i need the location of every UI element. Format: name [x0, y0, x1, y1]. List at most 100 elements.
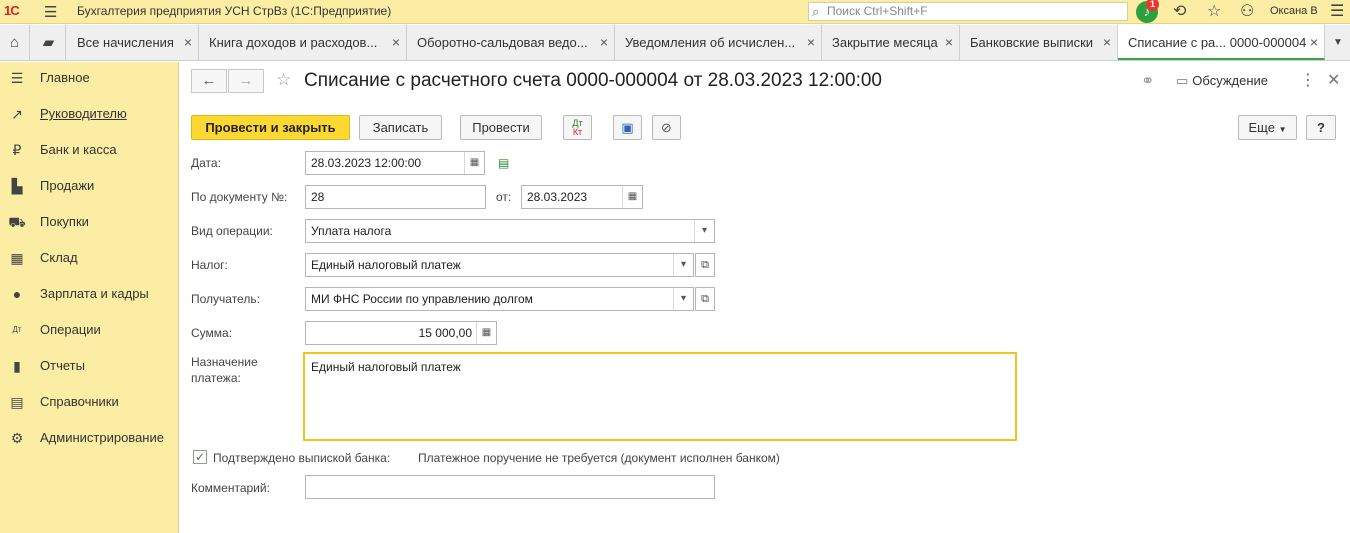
tab-tax-notices[interactable]: Уведомления об исчислен... × — [615, 25, 822, 60]
close-icon[interactable]: × — [945, 25, 953, 60]
sidebar-item-main[interactable]: ☰ Главное — [0, 63, 179, 93]
open-icon[interactable]: ⧉ — [695, 253, 715, 277]
kebab-menu-icon[interactable]: ⋮ — [1300, 70, 1316, 90]
user-icon[interactable]: ⚇ — [1240, 1, 1254, 21]
doc-number-label: По документу №: — [191, 190, 288, 204]
main-menu-icon[interactable]: ☰ — [44, 3, 57, 21]
app-title: Бухгалтерия предприятия УСН СтрВз (1С:Пр… — [77, 4, 392, 18]
tab-write-off[interactable]: Списание с ра... 0000-000004 × — [1118, 25, 1325, 60]
date-field[interactable]: 28.03.2023 12:00:00 ▦ — [305, 151, 485, 175]
tax-select[interactable]: Единый налоговый платеж ▾ — [305, 253, 694, 277]
link-icon[interactable]: ⚭ — [1141, 71, 1154, 91]
sidebar-item-label: Продажи — [40, 178, 95, 193]
more-button[interactable]: Еще ▼ — [1238, 115, 1297, 140]
chevron-down-icon[interactable]: ▾ — [694, 220, 714, 242]
tab-bar: ⌂ ▰ Все начисления × Книга доходов и расх… — [0, 25, 1350, 61]
amount-label: Сумма: — [191, 326, 233, 340]
sidebar-item-purchases[interactable]: ⛟ Покупки — [0, 207, 179, 237]
chat-icon: ▭ — [1176, 73, 1189, 88]
save-button[interactable]: Записать — [359, 115, 442, 140]
structure-icon[interactable]: ▣ — [613, 115, 642, 140]
document-status-icon[interactable]: ▤ — [498, 156, 509, 170]
calculator-icon[interactable]: ▦ — [476, 322, 496, 344]
menu-icon: ☰ — [10, 70, 24, 86]
amount-field[interactable]: 15 000,00 ▦ — [305, 321, 497, 345]
tab-month-close[interactable]: Закрытие месяца × — [822, 25, 960, 60]
help-button[interactable]: ? — [1306, 115, 1336, 140]
tab-all-accruals[interactable]: Все начисления × — [67, 25, 199, 60]
operation-value: Уплата налога — [311, 224, 392, 238]
operation-select[interactable]: Уплата налога ▾ — [305, 219, 715, 243]
close-icon[interactable]: ✕ — [1327, 70, 1340, 90]
gear-icon: ⚙ — [10, 430, 24, 446]
sidebar-item-operations[interactable]: Дт Операции — [0, 315, 179, 345]
sidebar-item-manager[interactable]: ↗ Руководителю — [0, 99, 179, 129]
user-name[interactable]: Оксана В — [1270, 5, 1318, 17]
sidebar-item-label: Склад — [40, 250, 78, 265]
calendar-icon[interactable]: ▦ — [464, 152, 484, 174]
tab-income-book[interactable]: Книга доходов и расходов... × — [199, 25, 407, 60]
sidebar-item-bank[interactable]: ₽ Банк и касса — [0, 135, 179, 165]
close-icon[interactable]: × — [392, 25, 400, 60]
close-icon[interactable]: × — [807, 25, 815, 60]
dt-kt-button[interactable]: Дт Кт — [563, 115, 592, 140]
dt-kt-icon: Дт Кт — [572, 116, 582, 137]
doc-number-field[interactable]: 28 — [305, 185, 486, 209]
tab-label: Книга доходов и расходов... — [209, 35, 378, 50]
attachment-icon[interactable]: ⊘ — [652, 115, 681, 140]
page-title: Списание с расчетного счета 0000-000004 … — [304, 70, 882, 91]
chevron-down-icon[interactable]: ▾ — [673, 288, 693, 310]
post-button[interactable]: Провести — [460, 115, 542, 140]
discussion-button[interactable]: ▭ Обсуждение — [1176, 73, 1268, 89]
sidebar-item-warehouse[interactable]: ▦ Склад — [0, 243, 179, 273]
confirmed-label: Подтверждено выпиской банка: — [213, 451, 391, 465]
chevron-down-icon[interactable]: ▾ — [673, 254, 693, 276]
close-icon[interactable]: × — [1103, 25, 1111, 60]
from-date-field[interactable]: 28.03.2023 ▦ — [521, 185, 643, 209]
from-date-value: 28.03.2023 — [527, 190, 588, 204]
recipient-value: МИ ФНС России по управлению долгом — [311, 292, 533, 306]
tab-label: Списание с ра... 0000-000004 — [1128, 35, 1307, 50]
dt-kt-icon: Дт — [12, 325, 22, 334]
notifications-bell-icon[interactable]: ♪ 1 — [1136, 0, 1159, 23]
home-icon[interactable]: ⌂ — [0, 25, 30, 60]
chevron-down-icon[interactable]: ▼ — [1326, 25, 1350, 60]
sidebar-item-sales[interactable]: ▙ Продажи — [0, 171, 179, 201]
amount-value: 15 000,00 — [418, 326, 472, 340]
forward-button[interactable]: → — [228, 69, 264, 93]
bag-icon: ▙ — [11, 178, 23, 194]
open-icon[interactable]: ⧉ — [695, 287, 715, 311]
sidebar-item-references[interactable]: ▤ Справочники — [0, 387, 179, 417]
tab-label: Все начисления — [77, 35, 174, 50]
search-input[interactable]: ⌕ Поиск Ctrl+Shift+F — [808, 2, 1128, 21]
tax-value: Единый налоговый платеж — [311, 258, 461, 272]
sidebar-item-label: Покупки — [40, 214, 89, 229]
chat-icon[interactable]: ▰ — [32, 25, 66, 60]
purpose-textarea[interactable]: Единый налоговый платеж — [303, 352, 1017, 441]
sidebar-item-salary[interactable]: ● Зарплата и кадры — [0, 279, 179, 309]
recipient-select[interactable]: МИ ФНС России по управлению долгом ▾ — [305, 287, 694, 311]
sidebar-item-admin[interactable]: ⚙ Администрирование — [0, 423, 179, 453]
confirmed-checkbox[interactable]: ✓ — [193, 450, 207, 464]
favorite-star-icon[interactable]: ☆ — [276, 70, 291, 90]
tax-label: Налог: — [191, 258, 228, 272]
purpose-label-line1: Назначение — [191, 355, 258, 369]
sidebar-item-label: Банк и касса — [40, 142, 117, 157]
tab-bank-statements[interactable]: Банковские выписки × — [960, 25, 1118, 60]
back-button[interactable]: ← — [191, 69, 227, 93]
post-and-close-button[interactable]: Провести и закрыть — [191, 115, 350, 140]
comment-field[interactable] — [305, 475, 715, 499]
history-icon[interactable]: ⟲ — [1173, 1, 1186, 21]
favorites-star-icon[interactable]: ☆ — [1207, 1, 1221, 21]
title-bar: 1С ☰ Бухгалтерия предприятия УСН СтрВз (… — [0, 0, 1350, 24]
close-icon[interactable]: × — [600, 25, 608, 60]
sidebar-item-reports[interactable]: ▮ Отчеты — [0, 351, 179, 381]
recipient-label: Получатель: — [191, 292, 260, 306]
sidebar-item-label: Зарплата и кадры — [40, 286, 149, 301]
close-icon[interactable]: × — [184, 25, 192, 60]
settings-menu-icon[interactable]: ☰ — [1330, 1, 1344, 21]
calendar-icon[interactable]: ▦ — [622, 186, 642, 208]
close-icon[interactable]: × — [1310, 25, 1318, 58]
search-placeholder: Поиск Ctrl+Shift+F — [827, 4, 928, 18]
tab-trial-balance[interactable]: Оборотно-сальдовая ведо... × — [407, 25, 615, 60]
